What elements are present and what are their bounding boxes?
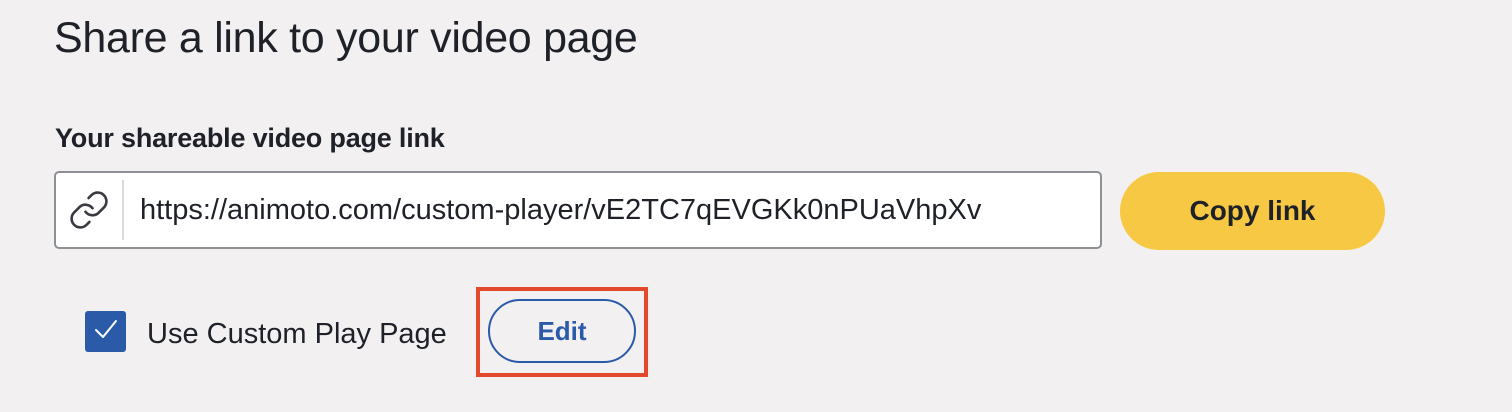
share-link-label: Your shareable video page link	[55, 123, 445, 153]
link-icon	[56, 180, 124, 240]
custom-play-page-checkbox[interactable]	[85, 311, 126, 352]
edit-button[interactable]: Edit	[488, 299, 636, 363]
share-link-field[interactable]	[54, 171, 1102, 249]
checkmark-icon	[93, 318, 119, 345]
custom-play-page-label: Use Custom Play Page	[147, 318, 447, 350]
page-title: Share a link to your video page	[54, 14, 638, 62]
share-link-input[interactable]	[140, 193, 1080, 227]
copy-link-button[interactable]: Copy link	[1120, 172, 1385, 250]
